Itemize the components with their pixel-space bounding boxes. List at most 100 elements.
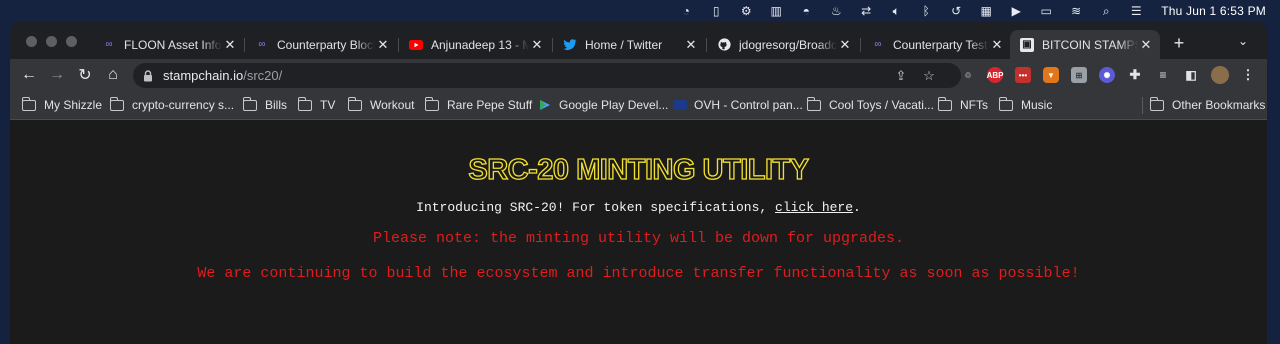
tab-title: Counterparty Testn: [893, 37, 989, 52]
vpn-icon[interactable]: ⚙: [736, 0, 756, 22]
tab-floon[interactable]: ∞ FLOON Asset Inform ✕: [92, 30, 244, 59]
url-host: stampchain.io: [163, 68, 244, 83]
folder-icon: [999, 96, 1013, 111]
lastpass-icon[interactable]: •••: [1015, 67, 1031, 83]
play-console-icon: [539, 99, 551, 111]
reload-button[interactable]: ↻: [74, 64, 96, 86]
bookmark-workout[interactable]: Workout: [348, 96, 415, 113]
folder-icon: [298, 96, 312, 111]
menu-bar-clock[interactable]: Thu Jun 1 6:53 PM: [1161, 4, 1266, 18]
tab-counterparty-testnet[interactable]: ∞ Counterparty Testn ✕: [861, 30, 1011, 59]
bookmarks-divider: [1142, 97, 1143, 114]
folder-icon: [22, 96, 36, 111]
youtube-icon: [409, 38, 423, 52]
macos-menu-bar: ◔ ▯ ⚙ ▥ ◓ ♨ ⇄ 🔈︎ ᛒ ↺ ▦ ▶ ▭ ≋ ⌕ ☰ Thu Jun…: [0, 0, 1280, 22]
sidepanel-icon[interactable]: ◧: [1183, 67, 1199, 83]
tab-title: jdogresorg/Broadca: [739, 37, 837, 52]
close-tab-icon[interactable]: ✕: [1138, 37, 1154, 53]
search-icon[interactable]: ⌕: [1096, 0, 1116, 22]
intro-text: Introducing SRC-20! For token specificat…: [10, 200, 1267, 215]
bluetooth-icon[interactable]: ᛒ: [916, 0, 936, 22]
infinity-icon: ∞: [874, 39, 882, 50]
close-tab-icon[interactable]: ✕: [989, 37, 1005, 53]
sun-icon[interactable]: ✺: [1099, 67, 1115, 83]
bookmark-google-play-dev[interactable]: Google Play Devel...: [539, 97, 668, 113]
bookmark-crypto-currency[interactable]: crypto-currency s...: [110, 96, 235, 113]
close-tab-icon[interactable]: ✕: [683, 37, 699, 53]
zoom-window-button[interactable]: [66, 36, 77, 47]
extension-icon[interactable]: ⊞: [1071, 67, 1087, 83]
address-bar[interactable]: stampchain.io/src20/ ⇪ ☆: [133, 63, 961, 88]
close-tab-icon[interactable]: ✕: [837, 37, 853, 53]
volume-icon[interactable]: 🔈︎: [886, 0, 906, 22]
fire-icon[interactable]: ♨: [826, 0, 846, 22]
bookmark-star-icon[interactable]: ☆: [921, 68, 937, 84]
time-machine-icon[interactable]: ↺: [946, 0, 966, 22]
close-window-button[interactable]: [26, 36, 37, 47]
home-button[interactable]: ⌂: [102, 64, 124, 86]
privacy-icon[interactable]: ◓: [796, 0, 816, 22]
puzzle-icon[interactable]: ✚: [1127, 67, 1143, 83]
bookmark-label: crypto-currency s...: [132, 98, 235, 112]
url-text: stampchain.io/src20/: [163, 68, 282, 83]
battery-icon[interactable]: ▭: [1036, 0, 1056, 22]
adblock-plus-icon[interactable]: ABP: [987, 67, 1003, 83]
tab-title: Counterparty Block: [277, 37, 375, 52]
tab-github[interactable]: jdogresorg/Broadca ✕: [707, 30, 859, 59]
media-icon[interactable]: ≡: [1155, 67, 1171, 83]
sidebar-icon[interactable]: ▯: [706, 0, 726, 22]
menu-icon[interactable]: ⋮: [1240, 67, 1256, 83]
back-button[interactable]: ←: [18, 64, 40, 86]
chevron-down-icon[interactable]: ⌄: [1238, 34, 1248, 48]
close-tab-icon[interactable]: ✕: [222, 37, 238, 53]
bookmark-rare-pepe-stuff[interactable]: Rare Pepe Stuff: [425, 96, 532, 113]
lock-icon[interactable]: [143, 69, 153, 82]
new-tab-button[interactable]: +: [1170, 33, 1188, 53]
screen-time-icon[interactable]: ◔: [676, 0, 696, 22]
tab-strip: ∞ FLOON Asset Inform ✕ ∞ Counterparty Bl…: [10, 22, 1267, 59]
share-icon[interactable]: ⇪: [893, 68, 909, 84]
close-tab-icon[interactable]: ✕: [529, 37, 545, 53]
tab-title: Anjunadeep 13 - Mi: [431, 37, 529, 52]
window-controls: [26, 36, 77, 47]
page-content: SRC-20 MINTING UTILITY Introducing SRC-2…: [10, 120, 1267, 344]
wifi-icon[interactable]: ≋: [1066, 0, 1086, 22]
bookmark-label: Workout: [370, 98, 415, 112]
tab-counterparty-block[interactable]: ∞ Counterparty Block ✕: [245, 30, 397, 59]
bookmark-label: Cool Toys / Vacati...: [829, 98, 934, 112]
profile-avatar[interactable]: [1211, 66, 1229, 84]
github-icon: [717, 38, 731, 52]
tab-title: FLOON Asset Inform: [124, 37, 222, 52]
infinity-icon: ∞: [105, 39, 113, 50]
bookmark-ovh[interactable]: OVH - Control pan...: [673, 97, 803, 113]
audio-wave-icon[interactable]: ▥: [766, 0, 786, 22]
bookmark-nfts[interactable]: NFTs: [938, 96, 988, 113]
tab-twitter[interactable]: Home / Twitter ✕: [553, 30, 705, 59]
control-center-icon[interactable]: ☰: [1126, 0, 1146, 22]
bookmark-tv[interactable]: TV: [298, 96, 336, 113]
bookmark-other-bookmarks[interactable]: Other Bookmarks: [1150, 96, 1266, 113]
tab-anjunadeep[interactable]: Anjunadeep 13 - Mi ✕: [399, 30, 551, 59]
metamask-icon[interactable]: ▼: [1043, 67, 1059, 83]
bookmark-label: OVH - Control pan...: [694, 98, 803, 112]
bookmark-cool-toys[interactable]: Cool Toys / Vacati...: [807, 96, 934, 113]
minimize-window-button[interactable]: [46, 36, 57, 47]
bookmark-label: NFTs: [960, 98, 988, 112]
forward-button[interactable]: →: [46, 64, 68, 86]
switch-icon[interactable]: ⇄: [856, 0, 876, 22]
bookmark-label: Other Bookmarks: [1172, 98, 1266, 112]
bookmark-label: TV: [320, 98, 336, 112]
bookmark-music[interactable]: Music: [999, 96, 1052, 113]
keyboard-icon[interactable]: ▦: [976, 0, 996, 22]
bookmarks-bar: My Shizzle crypto-currency s... Bills TV…: [10, 91, 1267, 120]
play-icon[interactable]: ▶: [1006, 0, 1026, 22]
recycle-icon[interactable]: ♲: [960, 67, 976, 83]
tab-bitcoin-stamps[interactable]: ▣ BITCOIN STAMPS - ✕: [1010, 30, 1160, 59]
close-tab-icon[interactable]: ✕: [375, 37, 391, 53]
specifications-link[interactable]: click here: [775, 200, 853, 215]
folder-icon: [425, 96, 439, 111]
page-title: SRC-20 MINTING UTILITY: [468, 153, 810, 186]
bookmark-bills[interactable]: Bills: [243, 96, 287, 113]
bookmark-my-shizzle[interactable]: My Shizzle: [22, 96, 102, 113]
ovh-icon: [673, 100, 687, 110]
